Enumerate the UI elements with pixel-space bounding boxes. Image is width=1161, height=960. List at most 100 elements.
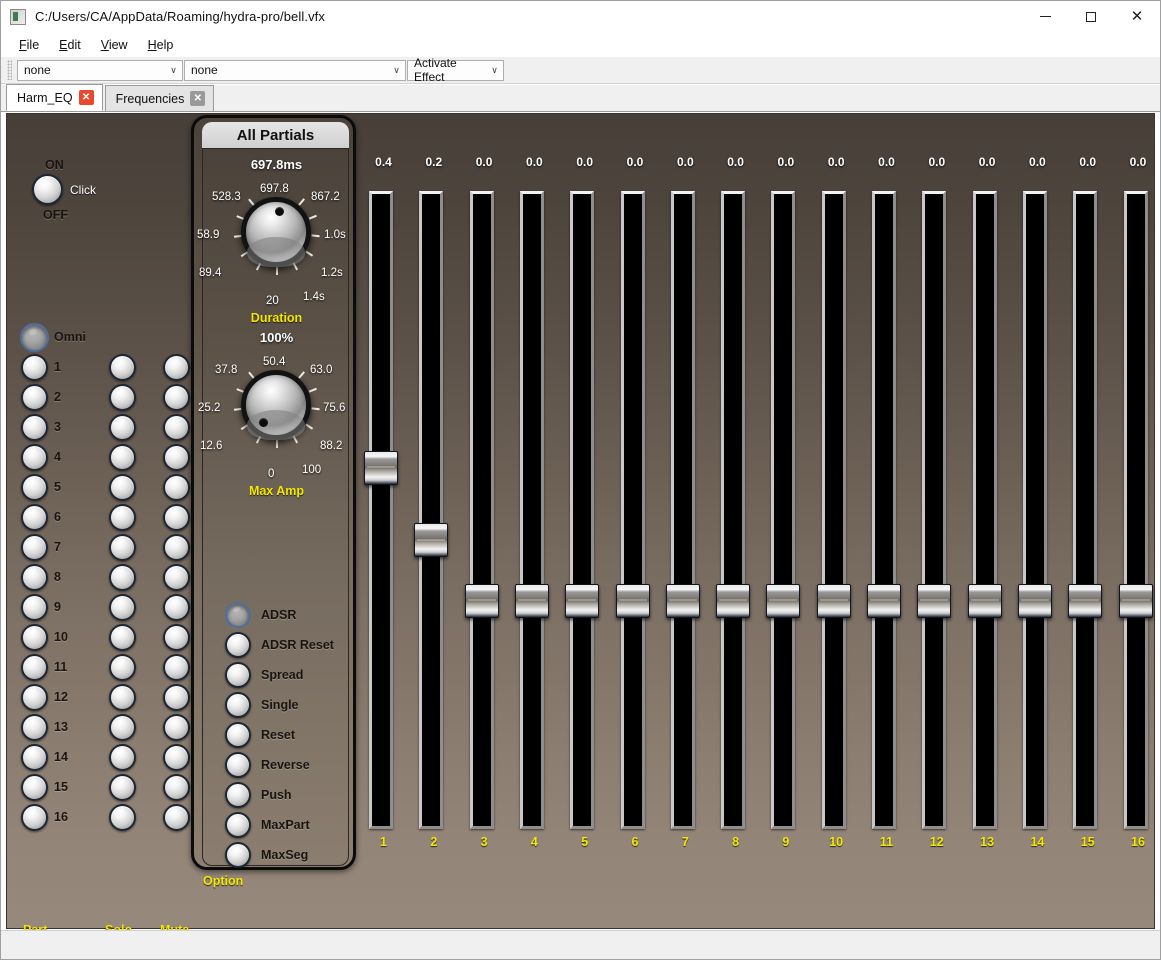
mute-button-3[interactable] [163,414,190,441]
solo-button-9[interactable] [109,594,136,621]
mute-button-8[interactable] [163,564,190,591]
slider-handle[interactable] [514,583,549,618]
part-button-14[interactable] [21,744,48,771]
solo-button-11[interactable] [109,654,136,681]
activate-effect-select[interactable]: Activate Effect ∨ [407,56,504,84]
mute-button-9[interactable] [163,594,190,621]
option-button-adsr[interactable] [225,602,251,628]
slider-handle[interactable] [364,450,398,485]
slider-handle[interactable] [716,583,751,618]
slider-track[interactable] [620,191,645,829]
duration-knob[interactable] [241,197,311,267]
solo-button-4[interactable] [109,444,136,471]
part-button-7[interactable] [21,534,48,561]
maximize-button[interactable] [1068,1,1114,32]
tab-harm_eq[interactable]: Harm_EQ ✕ [6,84,103,111]
slider-track[interactable] [419,191,444,829]
slider-track[interactable] [972,191,997,829]
mute-button-5[interactable] [163,474,190,501]
part-button-2[interactable] [21,384,48,411]
part-button-1[interactable] [21,354,48,381]
slider-track[interactable] [469,191,494,829]
part-button-10[interactable] [21,624,48,651]
solo-button-5[interactable] [109,474,136,501]
option-button-push[interactable] [225,782,251,808]
close-button[interactable]: ✕ [1114,1,1160,32]
solo-button-12[interactable] [109,684,136,711]
slider-handle[interactable] [464,583,499,618]
menu-item-view[interactable]: View [91,35,138,55]
solo-button-13[interactable] [109,714,136,741]
slider-handle[interactable] [565,583,600,618]
slider-handle[interactable] [867,583,901,618]
option-button-reverse[interactable] [225,752,251,778]
slider-handle[interactable] [766,583,801,618]
omni-button[interactable] [20,323,49,352]
tab-close-icon[interactable]: ✕ [190,91,206,106]
solo-button-15[interactable] [109,774,136,801]
slider-handle[interactable] [1017,583,1052,618]
solo-button-14[interactable] [109,744,136,771]
effect-slot-2-select[interactable]: none ∨ [184,59,406,81]
mute-button-1[interactable] [163,354,190,381]
solo-button-16[interactable] [109,804,136,831]
mute-button-11[interactable] [163,654,190,681]
slider-track[interactable] [821,191,846,829]
part-button-4[interactable] [21,444,48,471]
option-button-reset[interactable] [225,722,251,748]
effect-slot-1-select[interactable]: none ∨ [17,59,183,81]
part-button-15[interactable] [21,774,48,801]
slider-track[interactable] [1123,191,1148,829]
option-button-adsr-reset[interactable] [225,632,251,658]
minimize-button[interactable] [1022,1,1068,32]
mute-button-13[interactable] [163,714,190,741]
slider-track[interactable] [872,191,896,829]
slider-track[interactable] [1073,191,1098,829]
mute-button-7[interactable] [163,534,190,561]
max-amp-knob[interactable] [241,370,311,440]
slider-track[interactable] [570,191,595,829]
slider-track[interactable] [369,191,393,829]
slider-handle[interactable] [1118,583,1153,618]
slider-track[interactable] [771,191,796,829]
slider-track[interactable] [670,191,695,829]
mute-button-2[interactable] [163,384,190,411]
solo-button-1[interactable] [109,354,136,381]
part-button-9[interactable] [21,594,48,621]
menu-item-help[interactable]: Help [138,35,184,55]
click-toggle-button[interactable] [32,174,63,205]
part-button-16[interactable] [21,804,48,831]
part-button-12[interactable] [21,684,48,711]
solo-button-6[interactable] [109,504,136,531]
menu-item-edit[interactable]: Edit [49,35,91,55]
slider-track[interactable] [1022,191,1047,829]
slider-track[interactable] [922,191,947,829]
mute-button-10[interactable] [163,624,190,651]
mute-button-16[interactable] [163,804,190,831]
part-button-13[interactable] [21,714,48,741]
part-button-11[interactable] [21,654,48,681]
solo-button-3[interactable] [109,414,136,441]
slider-handle[interactable] [1068,583,1103,618]
part-button-6[interactable] [21,504,48,531]
mute-button-6[interactable] [163,504,190,531]
option-button-maxseg[interactable] [225,842,251,868]
slider-handle[interactable] [816,583,851,618]
slider-handle[interactable] [414,523,449,558]
solo-button-2[interactable] [109,384,136,411]
slider-handle[interactable] [665,583,700,618]
slider-track[interactable] [519,191,544,829]
option-button-single[interactable] [225,692,251,718]
part-button-5[interactable] [21,474,48,501]
mute-button-12[interactable] [163,684,190,711]
mute-button-15[interactable] [163,774,190,801]
solo-button-7[interactable] [109,534,136,561]
slider-handle[interactable] [967,583,1002,618]
option-button-maxpart[interactable] [225,812,251,838]
solo-button-10[interactable] [109,624,136,651]
solo-button-8[interactable] [109,564,136,591]
slider-handle[interactable] [615,583,650,618]
toolbar-grip[interactable] [7,60,12,80]
part-button-3[interactable] [21,414,48,441]
mute-button-4[interactable] [163,444,190,471]
